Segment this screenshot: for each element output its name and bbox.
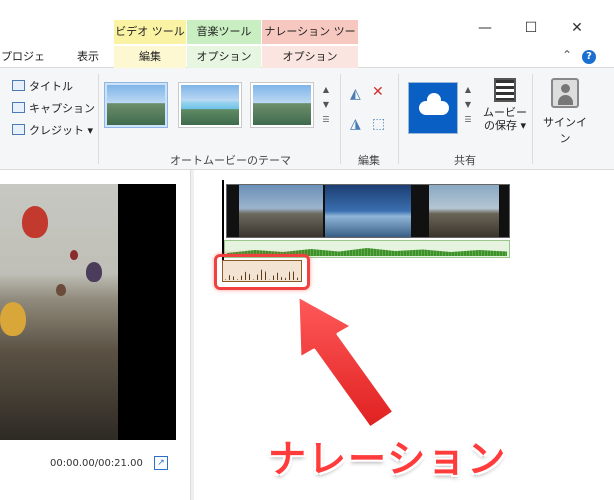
callout-arrow-icon: [296, 294, 396, 430]
annotation-label: ナレーション: [268, 437, 508, 481]
